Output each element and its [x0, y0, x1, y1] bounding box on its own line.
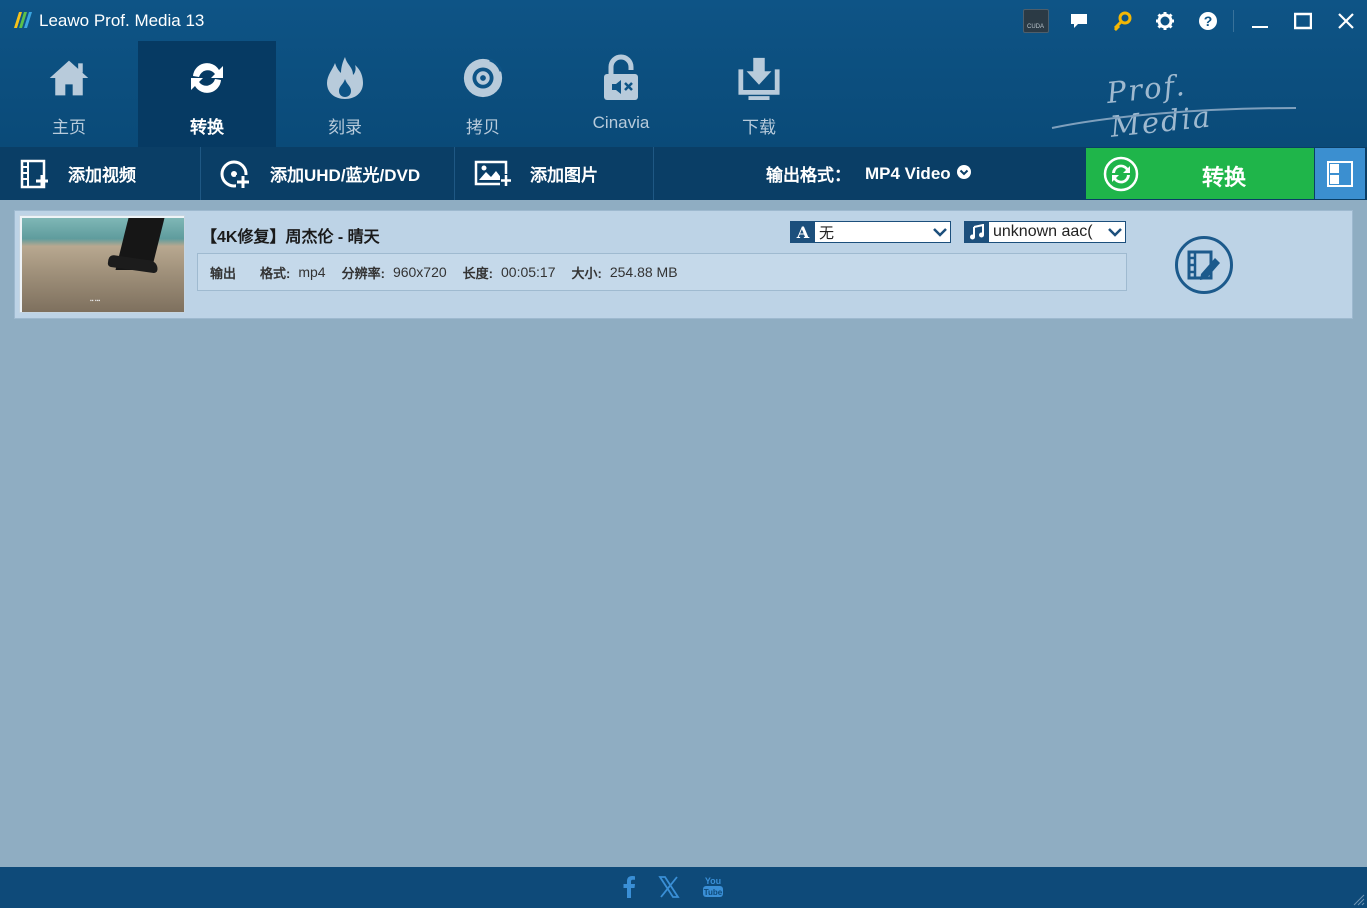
- tab-burn-label: 刻录: [328, 118, 362, 137]
- add-video-label: 添加视频: [68, 166, 136, 185]
- gear-icon[interactable]: [1143, 0, 1186, 42]
- main-nav: 主页 转换 刻录 拷贝 Cinavia 下载: [0, 41, 828, 147]
- add-photo-label: 添加图片: [530, 166, 598, 185]
- facebook-icon[interactable]: [622, 876, 636, 898]
- convert-label: 转换: [1202, 165, 1247, 190]
- edit-icon: [1187, 250, 1220, 280]
- edit-video-button[interactable]: [1175, 236, 1233, 294]
- size-label: 大小:: [571, 265, 602, 281]
- output-format-selector[interactable]: 输出格式： MP4 Video: [766, 147, 971, 200]
- svg-text:You: You: [705, 876, 721, 886]
- tab-download[interactable]: 下载: [690, 41, 828, 147]
- divider: [1233, 10, 1234, 32]
- list-item[interactable]: ▪▪ ▪▪▪ 【4K修复】周杰伦 - 晴天 A 无 unknown aac( 输…: [14, 210, 1353, 319]
- tab-cinavia[interactable]: Cinavia: [552, 41, 690, 147]
- subtitle-value: 无: [819, 224, 835, 242]
- title-bar: Leawo Prof. Media 13 CUDA ?: [0, 0, 1367, 42]
- video-title: 【4K修复】周杰伦 - 晴天: [201, 229, 380, 246]
- tab-home[interactable]: 主页: [0, 41, 138, 147]
- chevron-down-icon: [956, 164, 971, 184]
- minimize-icon[interactable]: [1238, 0, 1281, 42]
- brand-logo: Prof. Media: [1050, 60, 1300, 144]
- tab-convert[interactable]: 转换: [138, 41, 276, 147]
- tab-copy-label: 拷贝: [466, 118, 500, 137]
- convert-icon: [1103, 156, 1139, 192]
- output-format-value: MP4 Video: [865, 163, 951, 183]
- audio-track-select[interactable]: unknown aac(: [964, 221, 1126, 243]
- youtube-icon[interactable]: You Tube: [702, 875, 724, 899]
- chat-icon[interactable]: [1057, 0, 1100, 42]
- film-add-icon: [20, 159, 50, 189]
- social-links: You Tube: [622, 875, 724, 899]
- thumbnail-image: ▪▪ ▪▪▪: [22, 218, 184, 312]
- divider: [653, 147, 654, 200]
- photo-add-icon: [474, 160, 512, 188]
- x-icon[interactable]: [658, 876, 680, 898]
- chevron-down-icon: [1105, 227, 1125, 237]
- cinavia-icon: [599, 54, 643, 101]
- close-icon[interactable]: [1324, 0, 1367, 42]
- output-format-label: 输出格式：: [766, 166, 851, 185]
- window-controls: CUDA ?: [1014, 0, 1367, 42]
- app-title: Leawo Prof. Media 13: [39, 11, 205, 30]
- audio-track-value: unknown aac(: [993, 223, 1093, 240]
- tab-burn[interactable]: 刻录: [276, 41, 414, 147]
- tab-convert-label: 转换: [190, 118, 224, 137]
- add-disc-button[interactable]: 添加UHD/蓝光/DVD: [220, 147, 420, 200]
- file-list: ▪▪ ▪▪▪ 【4K修复】周杰伦 - 晴天 A 无 unknown aac( 输…: [0, 200, 1367, 867]
- key-icon[interactable]: [1100, 0, 1143, 42]
- convert-button[interactable]: 转换: [1086, 148, 1314, 199]
- cuda-label: CUDA: [1022, 9, 1049, 33]
- disc-add-icon: [220, 159, 252, 189]
- format-label: 格式:: [260, 265, 291, 281]
- duration-label: 长度:: [462, 265, 493, 281]
- cuda-icon[interactable]: CUDA: [1014, 0, 1057, 42]
- resolution-value: 960x720: [392, 264, 447, 280]
- format-value: mp4: [298, 264, 326, 280]
- convert-icon: [185, 55, 229, 101]
- maximize-icon[interactable]: [1281, 0, 1324, 42]
- subtitle-select[interactable]: A 无: [790, 221, 951, 243]
- tab-download-label: 下载: [742, 118, 776, 137]
- tab-home-label: 主页: [52, 118, 86, 137]
- app-logo-icon: [14, 12, 32, 28]
- copy-disc-icon: [461, 55, 505, 101]
- output-label: 输出: [210, 265, 237, 281]
- resize-grip-icon[interactable]: [1353, 894, 1365, 906]
- help-icon[interactable]: ?: [1186, 0, 1229, 42]
- add-photo-button[interactable]: 添加图片: [474, 147, 598, 200]
- size-value: 254.88 MB: [609, 264, 678, 280]
- footer: You Tube: [0, 867, 1367, 908]
- svg-text:?: ?: [1203, 13, 1212, 29]
- burn-icon: [323, 55, 367, 101]
- music-note-icon: [965, 222, 989, 242]
- divider: [200, 147, 201, 200]
- add-disc-label: 添加UHD/蓝光/DVD: [270, 166, 421, 185]
- tab-cinavia-label: Cinavia: [592, 113, 650, 132]
- output-info-bar: 输出 格式: mp4 分辨率: 960x720 长度: 00:05:17 大小:…: [197, 253, 1127, 291]
- add-video-button[interactable]: 添加视频: [20, 147, 136, 200]
- video-thumbnail[interactable]: ▪▪ ▪▪▪: [19, 215, 185, 313]
- tab-copy[interactable]: 拷贝: [414, 41, 552, 147]
- home-icon: [47, 55, 91, 101]
- toggle-panel-button[interactable]: [1315, 148, 1365, 199]
- header: Leawo Prof. Media 13 CUDA ? 主页 转换 刻录 拷贝 …: [0, 0, 1367, 148]
- svg-text:Tube: Tube: [704, 888, 723, 897]
- divider: [454, 147, 455, 200]
- download-icon: [737, 55, 781, 101]
- resolution-label: 分辨率:: [341, 265, 385, 281]
- subtitle-icon: A: [791, 222, 815, 242]
- chevron-down-icon: [930, 227, 950, 237]
- duration-value: 00:05:17: [501, 264, 556, 280]
- panel-icon: [1327, 160, 1353, 187]
